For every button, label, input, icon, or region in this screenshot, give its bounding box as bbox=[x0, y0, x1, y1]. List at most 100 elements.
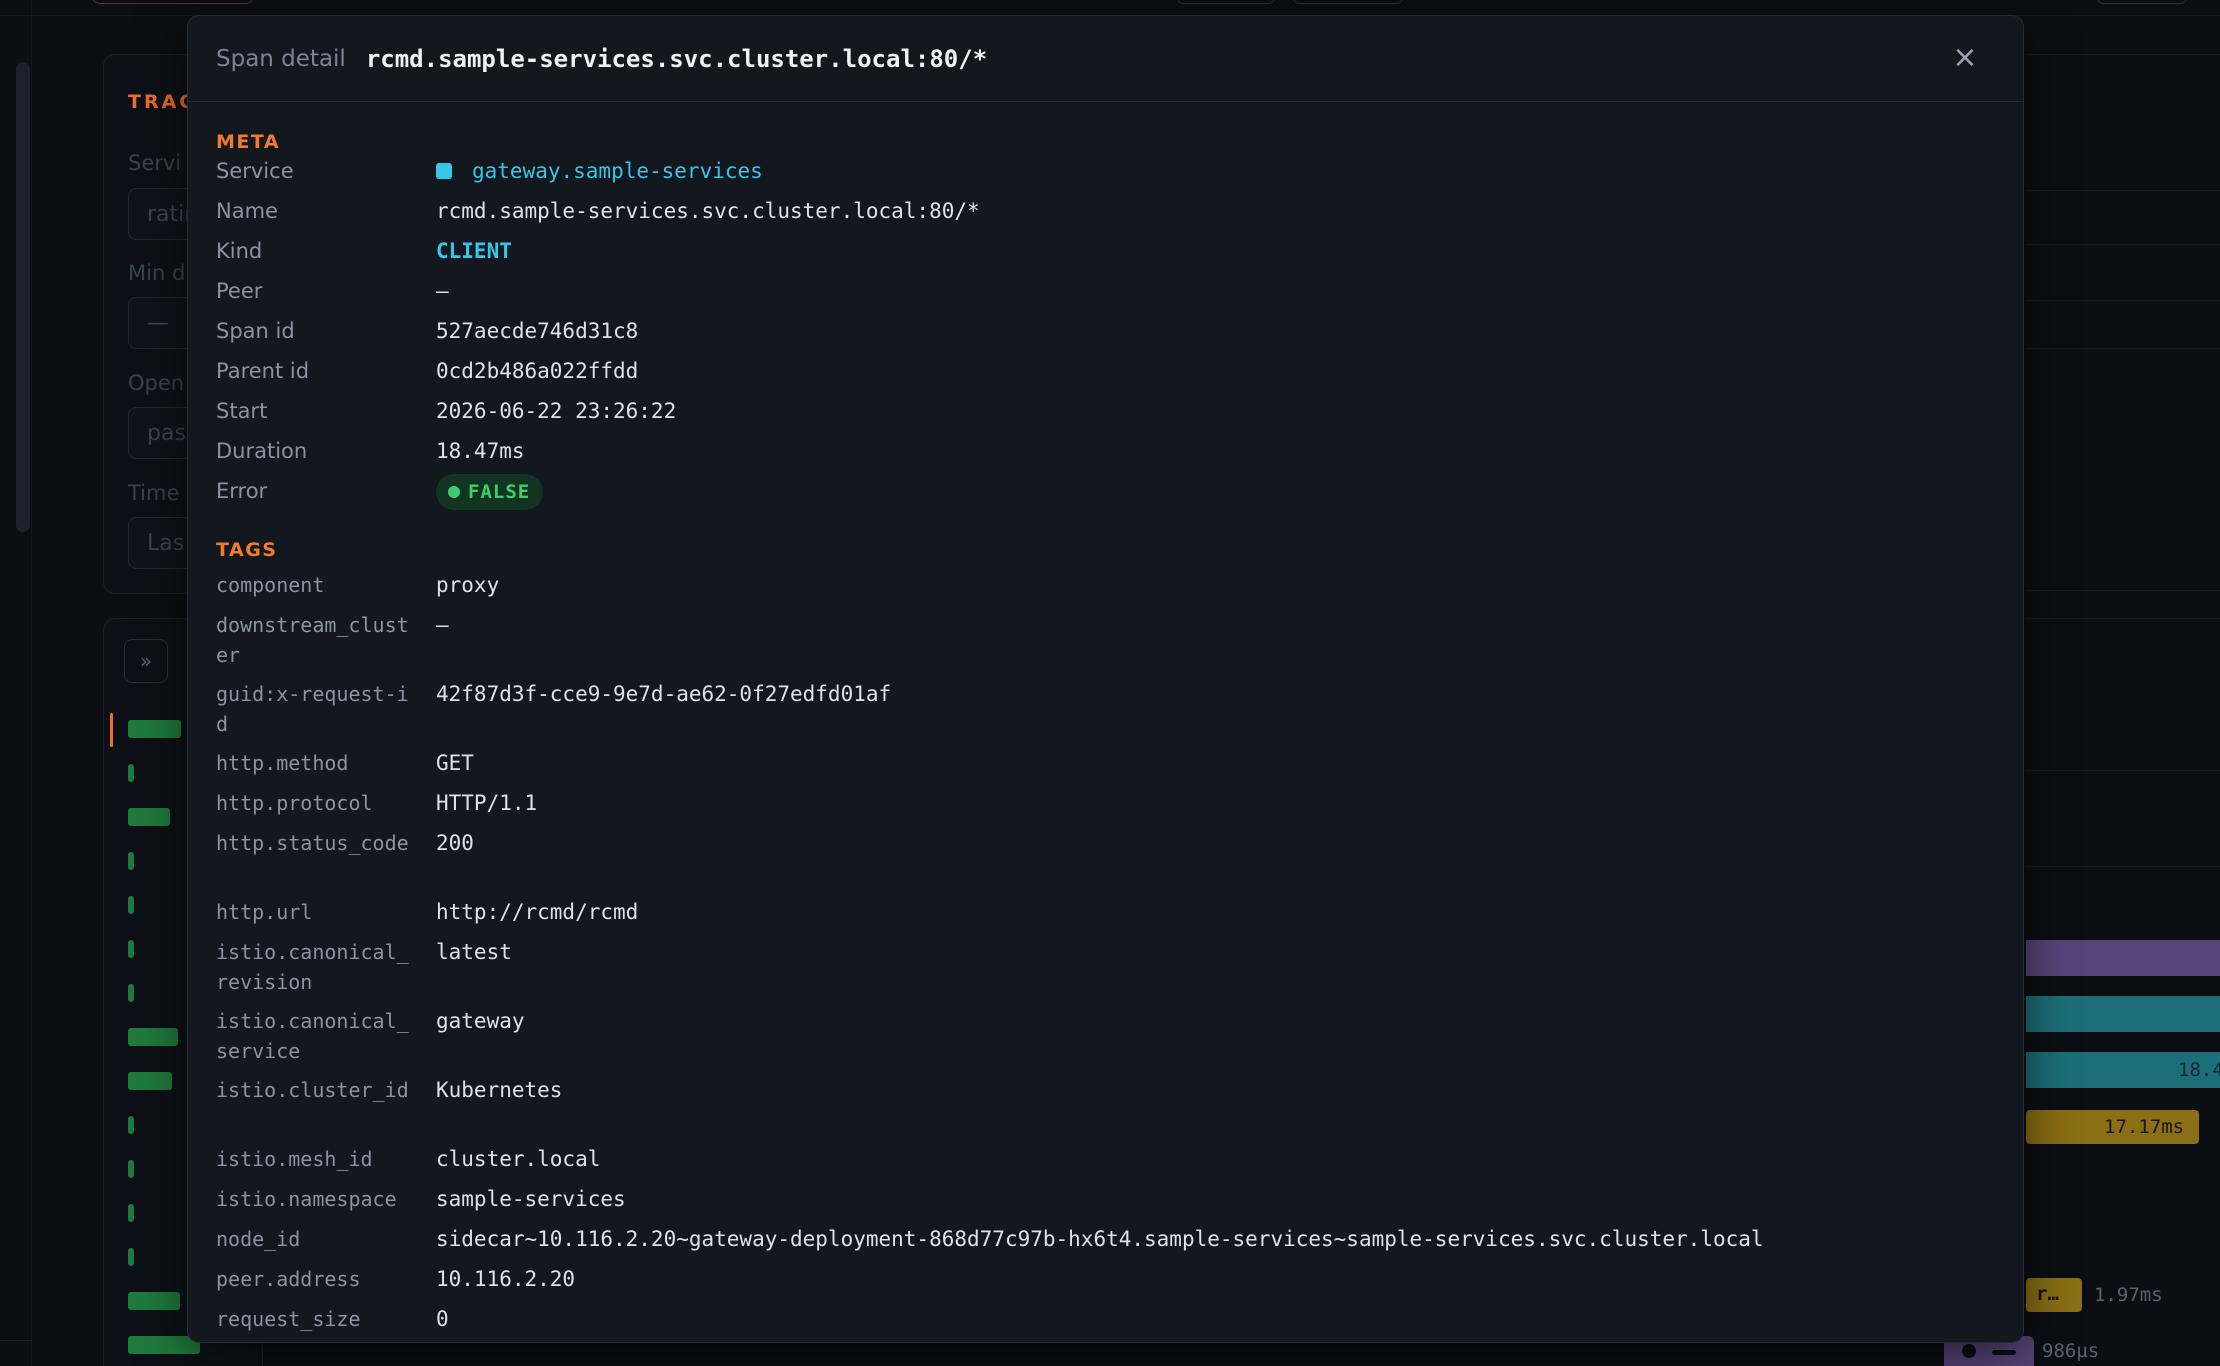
kind-value: CLIENT bbox=[436, 239, 512, 263]
tag-value: gateway bbox=[436, 1009, 525, 1033]
meta-key: Span id bbox=[216, 319, 295, 343]
tag-value: — bbox=[436, 613, 449, 637]
tag-value: latest bbox=[436, 940, 512, 964]
trace-row-bar[interactable] bbox=[128, 940, 134, 958]
trace-row-bar[interactable] bbox=[128, 1204, 134, 1222]
modal-body: META Service gateway.sample-services Nam… bbox=[188, 102, 2023, 1342]
tag-row: http.protocol HTTP/1.1 bbox=[216, 788, 1995, 828]
tag-value: proxy bbox=[436, 573, 500, 597]
top-tab[interactable] bbox=[1176, 0, 1276, 4]
trace-row-bar[interactable] bbox=[128, 1116, 134, 1134]
timeline-row-divider bbox=[2026, 244, 2220, 245]
modal-title: rcmd.sample-services.svc.cluster.local:8… bbox=[365, 44, 988, 73]
error-status-text: FALSE bbox=[468, 481, 531, 503]
meta-row-parent-id: Parent id 0cd2b486a022ffdd bbox=[216, 356, 1995, 396]
span-duration-label: 986µs bbox=[2042, 1340, 2100, 1362]
tag-value: HTTP/1.1 bbox=[436, 791, 538, 815]
tag-key: downstream_cluster bbox=[216, 613, 409, 667]
trace-row-bar[interactable] bbox=[128, 1028, 178, 1046]
timeline-row-divider bbox=[2026, 300, 2220, 301]
top-tab[interactable] bbox=[1292, 0, 1404, 4]
top-tab[interactable] bbox=[92, 0, 254, 4]
trace-row-bar[interactable] bbox=[128, 852, 134, 870]
trace-row-bar[interactable] bbox=[128, 1072, 172, 1090]
meta-key: Kind bbox=[216, 239, 263, 263]
operation-label: Open bbox=[128, 371, 185, 395]
timeline-row-divider bbox=[2026, 190, 2220, 191]
close-icon[interactable]: × bbox=[1947, 40, 1983, 76]
rail-footer bbox=[0, 1340, 32, 1366]
tag-value: cluster.local bbox=[436, 1147, 601, 1171]
tag-row: request_size 0 bbox=[216, 1304, 1995, 1342]
tag-row: component proxy bbox=[216, 570, 1995, 610]
selected-trace-marker bbox=[110, 713, 113, 747]
meta-row-duration: Duration 18.47ms bbox=[216, 436, 1995, 476]
meta-row-kind: Kind CLIENT bbox=[216, 236, 1995, 276]
tag-value: sample-services bbox=[436, 1187, 626, 1211]
meta-value: 0cd2b486a022ffdd bbox=[436, 359, 639, 383]
tag-value: GET bbox=[436, 751, 474, 775]
meta-value: 18.47ms bbox=[436, 439, 525, 463]
tag-row: istio.canonical_service gateway bbox=[216, 1006, 1995, 1075]
left-rail bbox=[0, 0, 32, 1366]
error-status-badge: FALSE bbox=[436, 474, 544, 510]
meta-key: Start bbox=[216, 399, 268, 423]
service-filter-label: Servi bbox=[128, 151, 182, 175]
span-mini-label[interactable]: r… bbox=[2026, 1278, 2082, 1312]
service-color-swatch bbox=[436, 163, 452, 179]
meta-section-title: META bbox=[216, 131, 281, 153]
tag-row: node_id sidecar~10.116.2.20~gateway-deplo… bbox=[216, 1224, 1995, 1264]
trace-row-bar[interactable] bbox=[128, 1160, 134, 1178]
service-link[interactable]: gateway.sample-services bbox=[472, 156, 763, 186]
tag-key: http.url bbox=[216, 900, 313, 924]
timeline-row-divider bbox=[2026, 866, 2220, 867]
meta-row-error: Error FALSE bbox=[216, 474, 1995, 516]
meta-key: Duration bbox=[216, 439, 308, 463]
meta-value: FALSE bbox=[436, 474, 544, 510]
tag-key: request_size bbox=[216, 1307, 361, 1331]
expand-panel-button[interactable]: » bbox=[124, 639, 168, 683]
meta-row-peer: Peer — bbox=[216, 276, 1995, 316]
tag-key: http.method bbox=[216, 751, 349, 775]
tag-value: 42f87d3f-cce9-9e7d-ae62-0f27edfd01af bbox=[436, 682, 892, 706]
tag-row: downstream_cluster — bbox=[216, 610, 1995, 679]
meta-value: gateway.sample-services bbox=[436, 156, 763, 186]
trace-row-bar[interactable] bbox=[128, 1248, 134, 1266]
tag-key: guid:x-request-id bbox=[216, 682, 409, 736]
tag-key: peer.address bbox=[216, 1267, 361, 1291]
collapse-icon bbox=[1992, 1350, 2016, 1355]
timeline-row-divider bbox=[2026, 770, 2220, 771]
trace-row-bar[interactable] bbox=[128, 984, 134, 1002]
trace-row-bar[interactable] bbox=[128, 896, 134, 914]
modal-header: Span detail rcmd.sample-services.svc.clu… bbox=[188, 16, 2023, 102]
trace-row-bar[interactable] bbox=[128, 808, 170, 826]
meta-row-service: Service gateway.sample-services bbox=[216, 156, 1995, 196]
tag-row: istio.cluster_id Kubernetes bbox=[216, 1075, 1995, 1144]
tag-key: istio.canonical_revision bbox=[216, 940, 409, 994]
timeline-row-divider bbox=[2026, 618, 2220, 619]
tag-key: istio.cluster_id bbox=[216, 1078, 409, 1102]
trace-row-bar[interactable] bbox=[128, 764, 134, 782]
span-bar[interactable]: 18.4 bbox=[2026, 1052, 2220, 1088]
tags-list: component proxy downstream_cluster — guid:x-… bbox=[216, 570, 1995, 1342]
meta-value: 2026-06-22 23:26:22 bbox=[436, 399, 677, 423]
trace-panel-title: TRAC bbox=[128, 91, 197, 113]
time-range-label: Time bbox=[128, 481, 180, 505]
sidebar-scrollbar[interactable] bbox=[16, 62, 30, 532]
meta-value: — bbox=[436, 279, 449, 303]
trace-row-bar[interactable] bbox=[128, 720, 181, 738]
span-detail-modal: Span detail rcmd.sample-services.svc.clu… bbox=[187, 15, 2024, 1343]
trace-row-bar[interactable] bbox=[128, 1292, 180, 1310]
tag-row: istio.namespace sample-services bbox=[216, 1184, 1995, 1224]
status-dot-icon bbox=[448, 486, 460, 498]
span-bar[interactable] bbox=[2026, 996, 2220, 1032]
meta-key: Error bbox=[216, 479, 268, 503]
meta-value: 527aecde746d31c8 bbox=[436, 319, 639, 343]
span-bar[interactable]: 17.17ms bbox=[2026, 1110, 2199, 1144]
tag-row: istio.canonical_revision latest bbox=[216, 937, 1995, 1006]
meta-value: rcmd.sample-services.svc.cluster.local:8… bbox=[436, 199, 980, 223]
meta-row-span-id: Span id 527aecde746d31c8 bbox=[216, 316, 1995, 356]
span-bar[interactable] bbox=[2026, 940, 2220, 976]
tag-row: http.status_code 200 bbox=[216, 828, 1995, 897]
top-bar bbox=[0, 0, 2220, 16]
